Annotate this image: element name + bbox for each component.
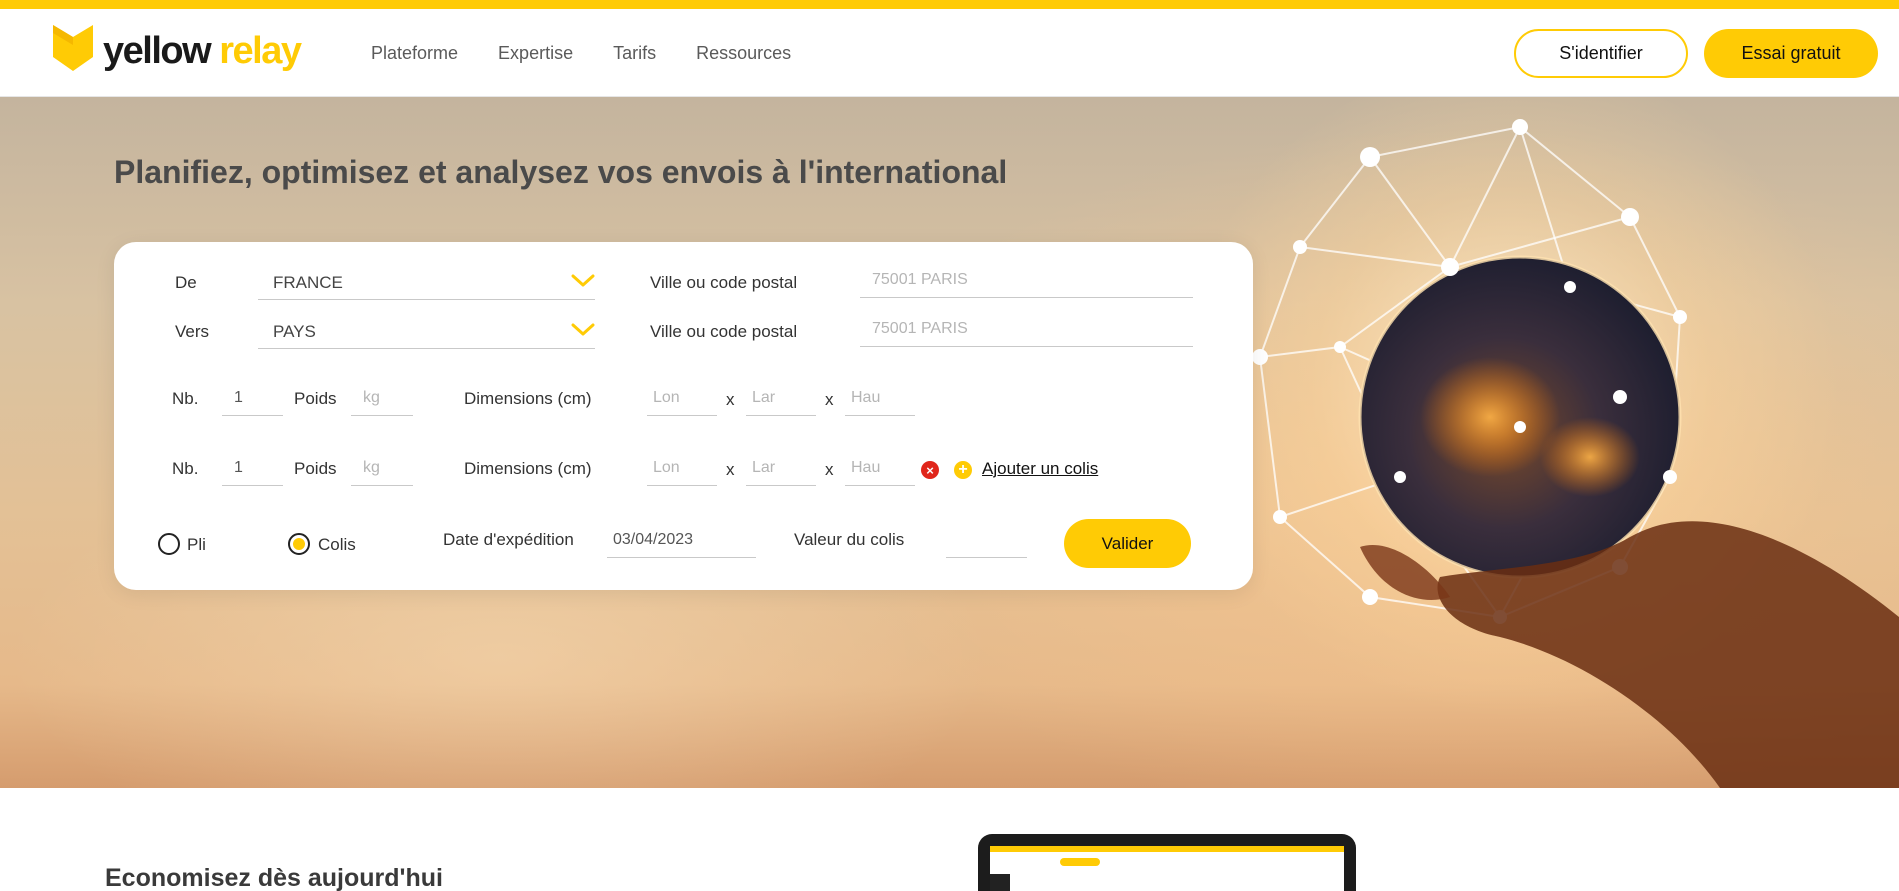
times-symbol: x (726, 390, 735, 409)
length-input[interactable] (647, 380, 717, 416)
login-button[interactable]: S'identifier (1514, 29, 1688, 78)
shipping-quote-form: De FRANCE Ville ou code postal Vers PAYS… (114, 242, 1253, 590)
chevron-down-icon (571, 274, 595, 293)
validate-button[interactable]: Valider (1064, 519, 1191, 568)
height-textbox[interactable] (845, 458, 915, 477)
width-textbox[interactable] (746, 458, 816, 477)
type-pli-label: Pli (187, 535, 206, 554)
parcel-count-input[interactable] (222, 450, 283, 486)
nav-item-plateforme[interactable]: Plateforme (371, 43, 458, 64)
height-input[interactable] (845, 450, 915, 486)
from-country-select[interactable]: FRANCE (258, 264, 595, 300)
globe-in-hands-image (1200, 97, 1899, 788)
nav-item-ressources[interactable]: Ressources (696, 43, 791, 64)
from-label: De (175, 273, 197, 292)
laptop-screen (990, 846, 1344, 891)
to-city-label: Ville ou code postal (650, 322, 798, 341)
to-label: Vers (175, 322, 210, 341)
logo[interactable]: yellow relay (53, 25, 302, 76)
ship-date-input[interactable] (607, 522, 756, 558)
add-parcel-icon[interactable]: + (954, 461, 972, 479)
laptop-screenshot-image (978, 834, 1356, 891)
parcel-value-input[interactable] (946, 522, 1027, 558)
parcel-count-label: Nb. (172, 459, 199, 478)
dimensions-label: Dimensions (cm) (464, 459, 592, 478)
dimensions-label: Dimensions (cm) (464, 389, 592, 408)
parcel-count-textbox[interactable] (222, 458, 283, 477)
type-colis-radio[interactable] (288, 533, 310, 555)
length-textbox[interactable] (647, 458, 717, 477)
width-input[interactable] (746, 380, 816, 416)
from-city-label: Ville ou code postal (650, 273, 798, 292)
to-country-select[interactable]: PAYS (258, 313, 595, 349)
site-header: yellow relay Plateforme Expertise Tarifs… (0, 9, 1899, 97)
length-input[interactable] (647, 450, 717, 486)
times-symbol: x (825, 460, 834, 479)
parcel-count-label: Nb. (172, 389, 199, 408)
nav-item-tarifs[interactable]: Tarifs (613, 43, 656, 64)
to-city-input[interactable] (860, 311, 1193, 347)
times-symbol: x (726, 460, 735, 479)
remove-parcel-icon[interactable]: × (921, 461, 939, 479)
weight-input[interactable] (351, 380, 413, 416)
from-city-textbox[interactable] (860, 270, 1193, 289)
parcel-count-textbox[interactable] (222, 388, 283, 407)
width-textbox[interactable] (746, 388, 816, 407)
weight-label: Poids (294, 389, 337, 408)
laptop-screen-sidebar (990, 874, 1010, 891)
laptop-screen-header (990, 846, 1344, 852)
ship-date-textbox[interactable] (607, 530, 756, 549)
logo-text: yellow relay (103, 29, 302, 72)
type-pli-radio[interactable] (158, 533, 180, 555)
height-textbox[interactable] (845, 388, 915, 407)
chevron-down-icon (571, 323, 595, 342)
parcel-value-label: Valeur du colis (794, 530, 905, 549)
to-city-textbox[interactable] (860, 319, 1193, 338)
logo-icon (53, 25, 93, 76)
times-symbol: x (825, 390, 834, 409)
free-trial-button[interactable]: Essai gratuit (1704, 29, 1878, 78)
hero-section: Planifiez, optimisez et analysez vos env… (0, 97, 1899, 788)
top-accent-strip (0, 0, 1899, 9)
weight-input[interactable] (351, 450, 413, 486)
weight-textbox[interactable] (351, 458, 413, 477)
height-input[interactable] (845, 380, 915, 416)
laptop-screen-badge (1060, 858, 1100, 866)
from-city-input[interactable] (860, 262, 1193, 298)
width-input[interactable] (746, 450, 816, 486)
ship-date-label: Date d'expédition (443, 530, 574, 549)
hero-title: Planifiez, optimisez et analysez vos env… (114, 154, 1008, 190)
parcel-value-textbox[interactable] (946, 530, 1027, 549)
section-title: Economisez dès aujourd'hui (105, 864, 443, 891)
length-textbox[interactable] (647, 388, 717, 407)
parcel-count-input[interactable] (222, 380, 283, 416)
weight-textbox[interactable] (351, 388, 413, 407)
weight-label: Poids (294, 459, 337, 478)
add-parcel-link[interactable]: Ajouter un colis (982, 459, 1098, 479)
nav-item-expertise[interactable]: Expertise (498, 43, 573, 64)
type-colis-label: Colis (318, 535, 356, 554)
main-nav: Plateforme Expertise Tarifs Ressources (371, 43, 791, 64)
